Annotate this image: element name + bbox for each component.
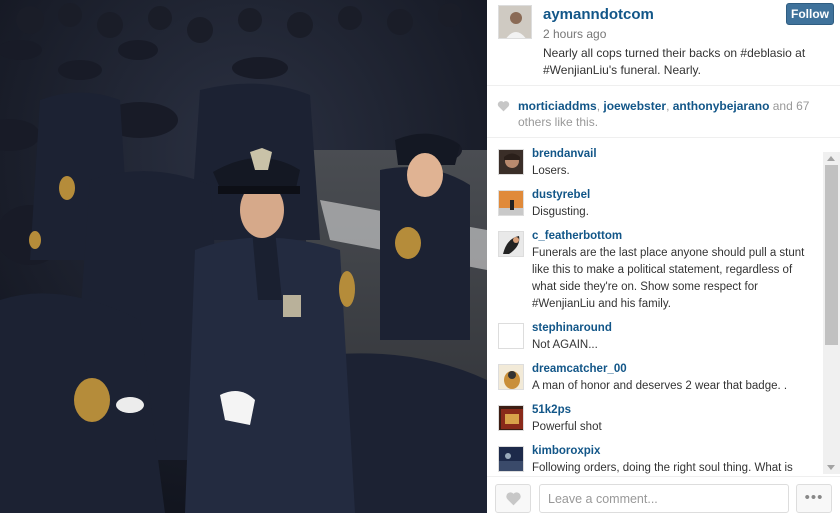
comment-username[interactable]: 51k2ps (532, 403, 815, 418)
comment-text: Powerful shot (532, 421, 602, 433)
comments-scrollbar[interactable] (823, 152, 840, 474)
comment-item: dustyrebel Disgusting. (487, 180, 823, 221)
comment-footer: ••• (487, 476, 840, 513)
comment-item: kimboroxpix Following orders, doing the … (487, 436, 823, 475)
commenter-avatar[interactable] (498, 405, 524, 431)
more-options-button[interactable]: ••• (796, 484, 832, 513)
comment-text: Funerals are the last place anyone shoul… (532, 247, 805, 310)
post-side-panel: aymanndotcom 2 hours ago Nearly all cops… (487, 0, 840, 513)
comment-text: Not AGAIN... (532, 339, 598, 351)
heart-icon (497, 101, 510, 112)
comment-username[interactable]: dreamcatcher_00 (532, 362, 815, 377)
comment-item: stephinaround Not AGAIN... (487, 313, 823, 354)
heart-icon (506, 492, 521, 506)
comment-item: 51k2ps Powerful shot (487, 395, 823, 436)
follow-button[interactable]: Follow (786, 3, 834, 25)
comment-item: dreamcatcher_00 A man of honor and deser… (487, 354, 823, 395)
comment-text: Losers. (532, 165, 570, 177)
like-button[interactable] (495, 484, 531, 513)
comment-username[interactable]: kimboroxpix (532, 444, 815, 459)
comment-text: A man of honor and deserves 2 wear that … (532, 380, 788, 392)
liker-link[interactable]: joewebster (603, 99, 666, 113)
comment-input[interactable] (539, 484, 789, 513)
scroll-up-arrow-icon[interactable] (827, 156, 835, 161)
post-timestamp[interactable]: 2 hours ago (543, 27, 606, 41)
comment-text: Disgusting. (532, 206, 589, 218)
comment-username[interactable]: brendanvail (532, 147, 815, 162)
commenter-avatar[interactable] (498, 364, 524, 390)
comment-item: c_featherbottom Funerals are the last pl… (487, 221, 823, 313)
commenter-avatar[interactable] (498, 149, 524, 175)
commenter-avatar[interactable] (498, 190, 524, 216)
commenter-avatar[interactable] (498, 323, 524, 349)
liker-separator: , (666, 99, 673, 113)
commenter-avatar[interactable] (498, 231, 524, 257)
scrollbar-thumb[interactable] (825, 165, 838, 345)
scroll-down-arrow-icon[interactable] (827, 465, 835, 470)
comment-text: Following orders, doing the right soul t… (532, 462, 793, 474)
commenter-avatar[interactable] (498, 446, 524, 472)
post-header: aymanndotcom 2 hours ago Nearly all cops… (487, 0, 840, 86)
police-funeral-photo (0, 0, 487, 513)
owner-avatar[interactable] (498, 5, 532, 39)
owner-username[interactable]: aymanndotcom (543, 6, 654, 23)
comment-username[interactable]: dustyrebel (532, 188, 815, 203)
liker-link[interactable]: morticiaddms (518, 99, 597, 113)
comment-username[interactable]: c_featherbottom (532, 229, 815, 244)
liker-link[interactable]: anthonybejarano (673, 99, 770, 113)
comment-username[interactable]: stephinaround (532, 321, 815, 336)
likes-summary: morticiaddms, joewebster, anthonybejaran… (487, 86, 840, 138)
post-caption: Nearly all cops turned their backs on #d… (543, 46, 806, 77)
comment-list[interactable]: brendanvail Losers. dustyrebel Disgustin… (487, 139, 823, 475)
post-photo[interactable] (0, 0, 487, 513)
comment-item: brendanvail Losers. (487, 139, 823, 180)
